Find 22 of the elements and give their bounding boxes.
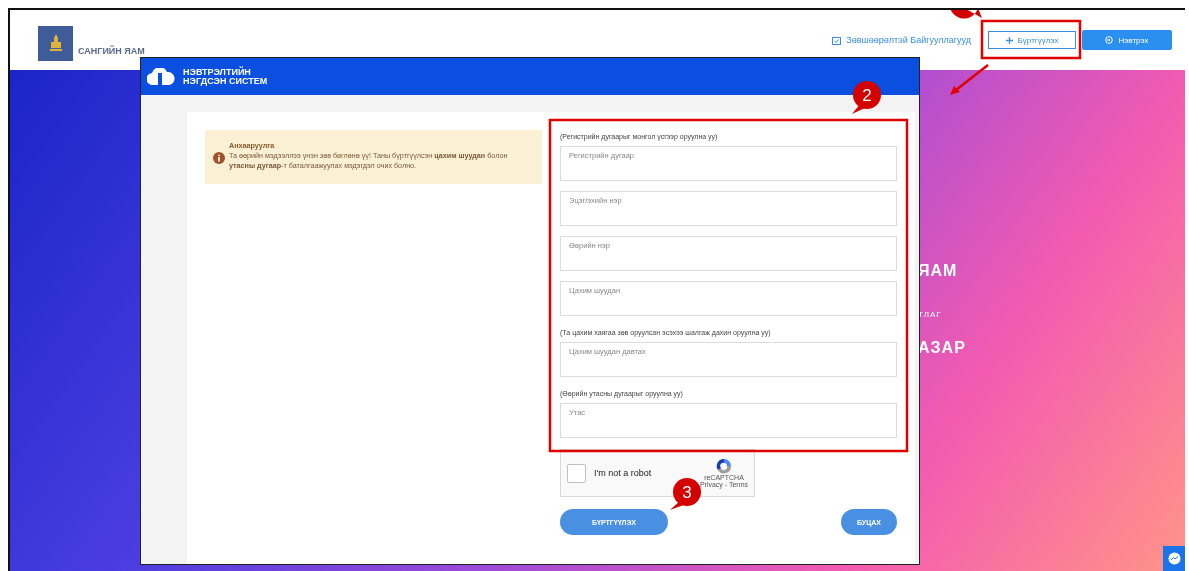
system-name: НЭВТРЭЛТИЙН [183, 67, 252, 77]
cloud-icon [147, 68, 175, 85]
register-button[interactable]: Бүртгүүлэх [988, 31, 1076, 49]
chat-icon [1167, 552, 1181, 565]
calendar-icon [832, 35, 842, 45]
plus-icon [1005, 36, 1013, 44]
hero-text: ЯАМ [918, 262, 959, 280]
chat-button[interactable] [1163, 546, 1185, 571]
annotation-marker [949, 10, 982, 19]
captcha-checkbox[interactable] [567, 463, 587, 483]
system-name: НЭГДСЭН СИСТЕМ [183, 76, 268, 86]
info-icon [213, 152, 225, 164]
login-icon [1105, 36, 1114, 44]
login-button[interactable]: Нэвтрэх [1082, 30, 1172, 50]
organizations-link[interactable]: Зөвшөөрөлтэй Байгууллагууд [832, 35, 971, 45]
hero-text: АЗАР [918, 339, 967, 357]
ministry-name: САНГИЙН ЯАМ [78, 46, 145, 56]
ministry-logo [38, 25, 73, 61]
annotation-arrow [950, 64, 989, 95]
captcha-logo-icon [714, 458, 733, 474]
captcha-label: I'm not a robot [594, 468, 653, 478]
hero-text: ТЛАГ [918, 310, 943, 319]
